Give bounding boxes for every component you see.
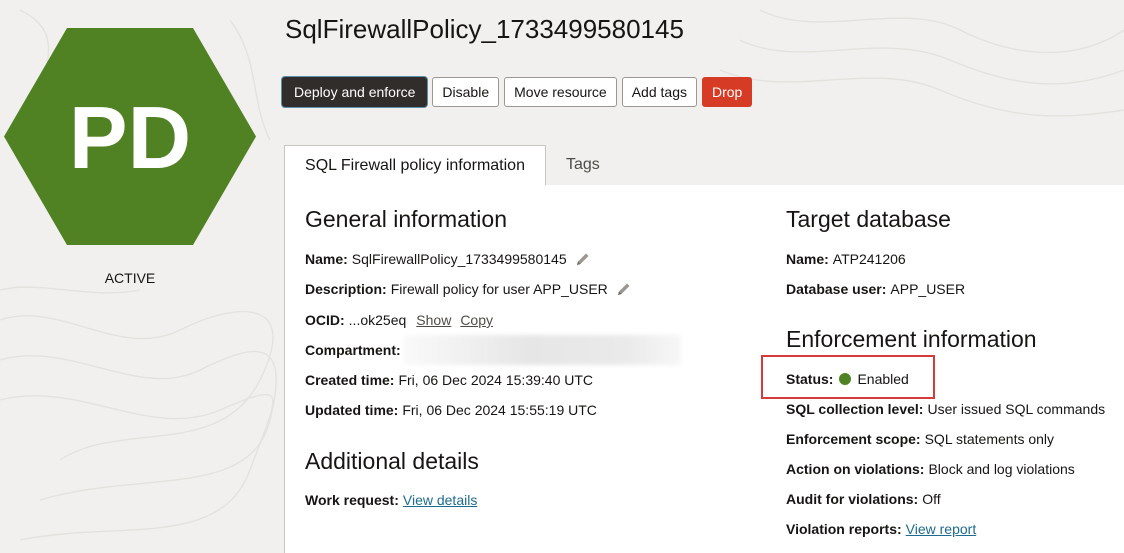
status-enabled-dot-icon bbox=[839, 373, 852, 385]
ocid-copy-link[interactable]: Copy bbox=[460, 312, 493, 328]
move-resource-button[interactable]: Move resource bbox=[504, 77, 617, 107]
action-on-violations-label: Action on violations: bbox=[786, 461, 925, 477]
violation-reports-row: Violation reports: View report bbox=[786, 521, 976, 537]
target-name-row: Name: ATP241206 bbox=[786, 251, 906, 267]
target-name-label: Name: bbox=[786, 251, 829, 267]
status-label: Status: bbox=[786, 371, 834, 387]
work-request-label: Work request: bbox=[305, 492, 399, 508]
compartment-label: Compartment: bbox=[305, 342, 401, 358]
enforcement-information-heading: Enforcement information bbox=[786, 326, 1037, 352]
ocid-row: OCID: ...ok25eq Show Copy bbox=[305, 312, 493, 328]
description-label: Description: bbox=[305, 281, 387, 297]
name-label: Name: bbox=[305, 251, 348, 267]
created-row: Created time: Fri, 06 Dec 2024 15:39:40 … bbox=[305, 372, 593, 388]
edit-name-pencil-icon[interactable] bbox=[575, 251, 591, 267]
database-user-row: Database user: APP_USER bbox=[786, 281, 965, 297]
enforcement-scope-row: Enforcement scope: SQL statements only bbox=[786, 431, 1054, 447]
tab-bar: SQL Firewall policy information Tags bbox=[284, 145, 1124, 186]
action-on-violations-row: Action on violations: Block and log viol… bbox=[786, 461, 1075, 477]
page-title: SqlFirewallPolicy_1733499580145 bbox=[285, 14, 684, 44]
drop-button[interactable]: Drop bbox=[701, 77, 753, 107]
name-row: Name: SqlFirewallPolicy_1733499580145 bbox=[305, 251, 591, 267]
compartment-value-redacted bbox=[402, 335, 681, 365]
database-user-label: Database user: bbox=[786, 281, 887, 297]
action-toolbar: Deploy and enforce Disable Move resource… bbox=[282, 77, 753, 107]
edit-description-pencil-icon[interactable] bbox=[616, 281, 632, 297]
tab-policy-information[interactable]: SQL Firewall policy information bbox=[284, 145, 546, 186]
enforcement-scope-label: Enforcement scope: bbox=[786, 431, 921, 447]
status-value: Enabled bbox=[857, 371, 909, 387]
name-value: SqlFirewallPolicy_1733499580145 bbox=[351, 251, 567, 267]
audit-label: Audit for violations: bbox=[786, 491, 919, 507]
tab-tags[interactable]: Tags bbox=[566, 145, 600, 185]
add-tags-button[interactable]: Add tags bbox=[621, 77, 697, 107]
work-request-row: Work request: View details bbox=[305, 492, 477, 508]
view-report-link[interactable]: View report bbox=[906, 521, 977, 537]
deploy-enforce-button[interactable]: Deploy and enforce bbox=[282, 77, 428, 107]
description-value: Firewall policy for user APP_USER bbox=[390, 281, 608, 297]
created-value: Fri, 06 Dec 2024 15:39:40 UTC bbox=[398, 372, 594, 388]
collection-level-row: SQL collection level: User issued SQL co… bbox=[786, 401, 1105, 417]
additional-details-heading: Additional details bbox=[305, 448, 479, 474]
enforcement-scope-value: SQL statements only bbox=[924, 431, 1055, 447]
action-on-violations-value: Block and log violations bbox=[928, 461, 1075, 477]
ocid-value: ...ok25eq bbox=[348, 312, 407, 328]
description-row: Description: Firewall policy for user AP… bbox=[305, 281, 632, 297]
lifecycle-state: ACTIVE bbox=[104, 270, 156, 286]
collection-level-value: User issued SQL commands bbox=[927, 401, 1106, 417]
status-row: Status: Enabled bbox=[786, 371, 909, 387]
general-information-heading: General information bbox=[305, 206, 507, 232]
view-details-link[interactable]: View details bbox=[403, 492, 477, 508]
updated-row: Updated time: Fri, 06 Dec 2024 15:55:19 … bbox=[305, 402, 597, 418]
updated-label: Updated time: bbox=[305, 402, 399, 418]
updated-value: Fri, 06 Dec 2024 15:55:19 UTC bbox=[402, 402, 597, 418]
target-name-value: ATP241206 bbox=[832, 251, 906, 267]
violation-reports-label: Violation reports: bbox=[786, 521, 902, 537]
badge-initials: PD bbox=[69, 88, 191, 187]
disable-button[interactable]: Disable bbox=[432, 77, 500, 107]
collection-level-label: SQL collection level: bbox=[786, 401, 924, 417]
created-label: Created time: bbox=[305, 372, 395, 388]
resource-badge-hexagon: PD bbox=[4, 28, 256, 245]
audit-value: Off bbox=[922, 491, 941, 507]
compartment-row: Compartment: bbox=[305, 335, 681, 365]
ocid-show-link[interactable]: Show bbox=[416, 312, 451, 328]
audit-row: Audit for violations: Off bbox=[786, 491, 941, 507]
target-database-heading: Target database bbox=[786, 206, 951, 232]
ocid-label: OCID: bbox=[305, 312, 345, 328]
database-user-value: APP_USER bbox=[890, 281, 966, 297]
